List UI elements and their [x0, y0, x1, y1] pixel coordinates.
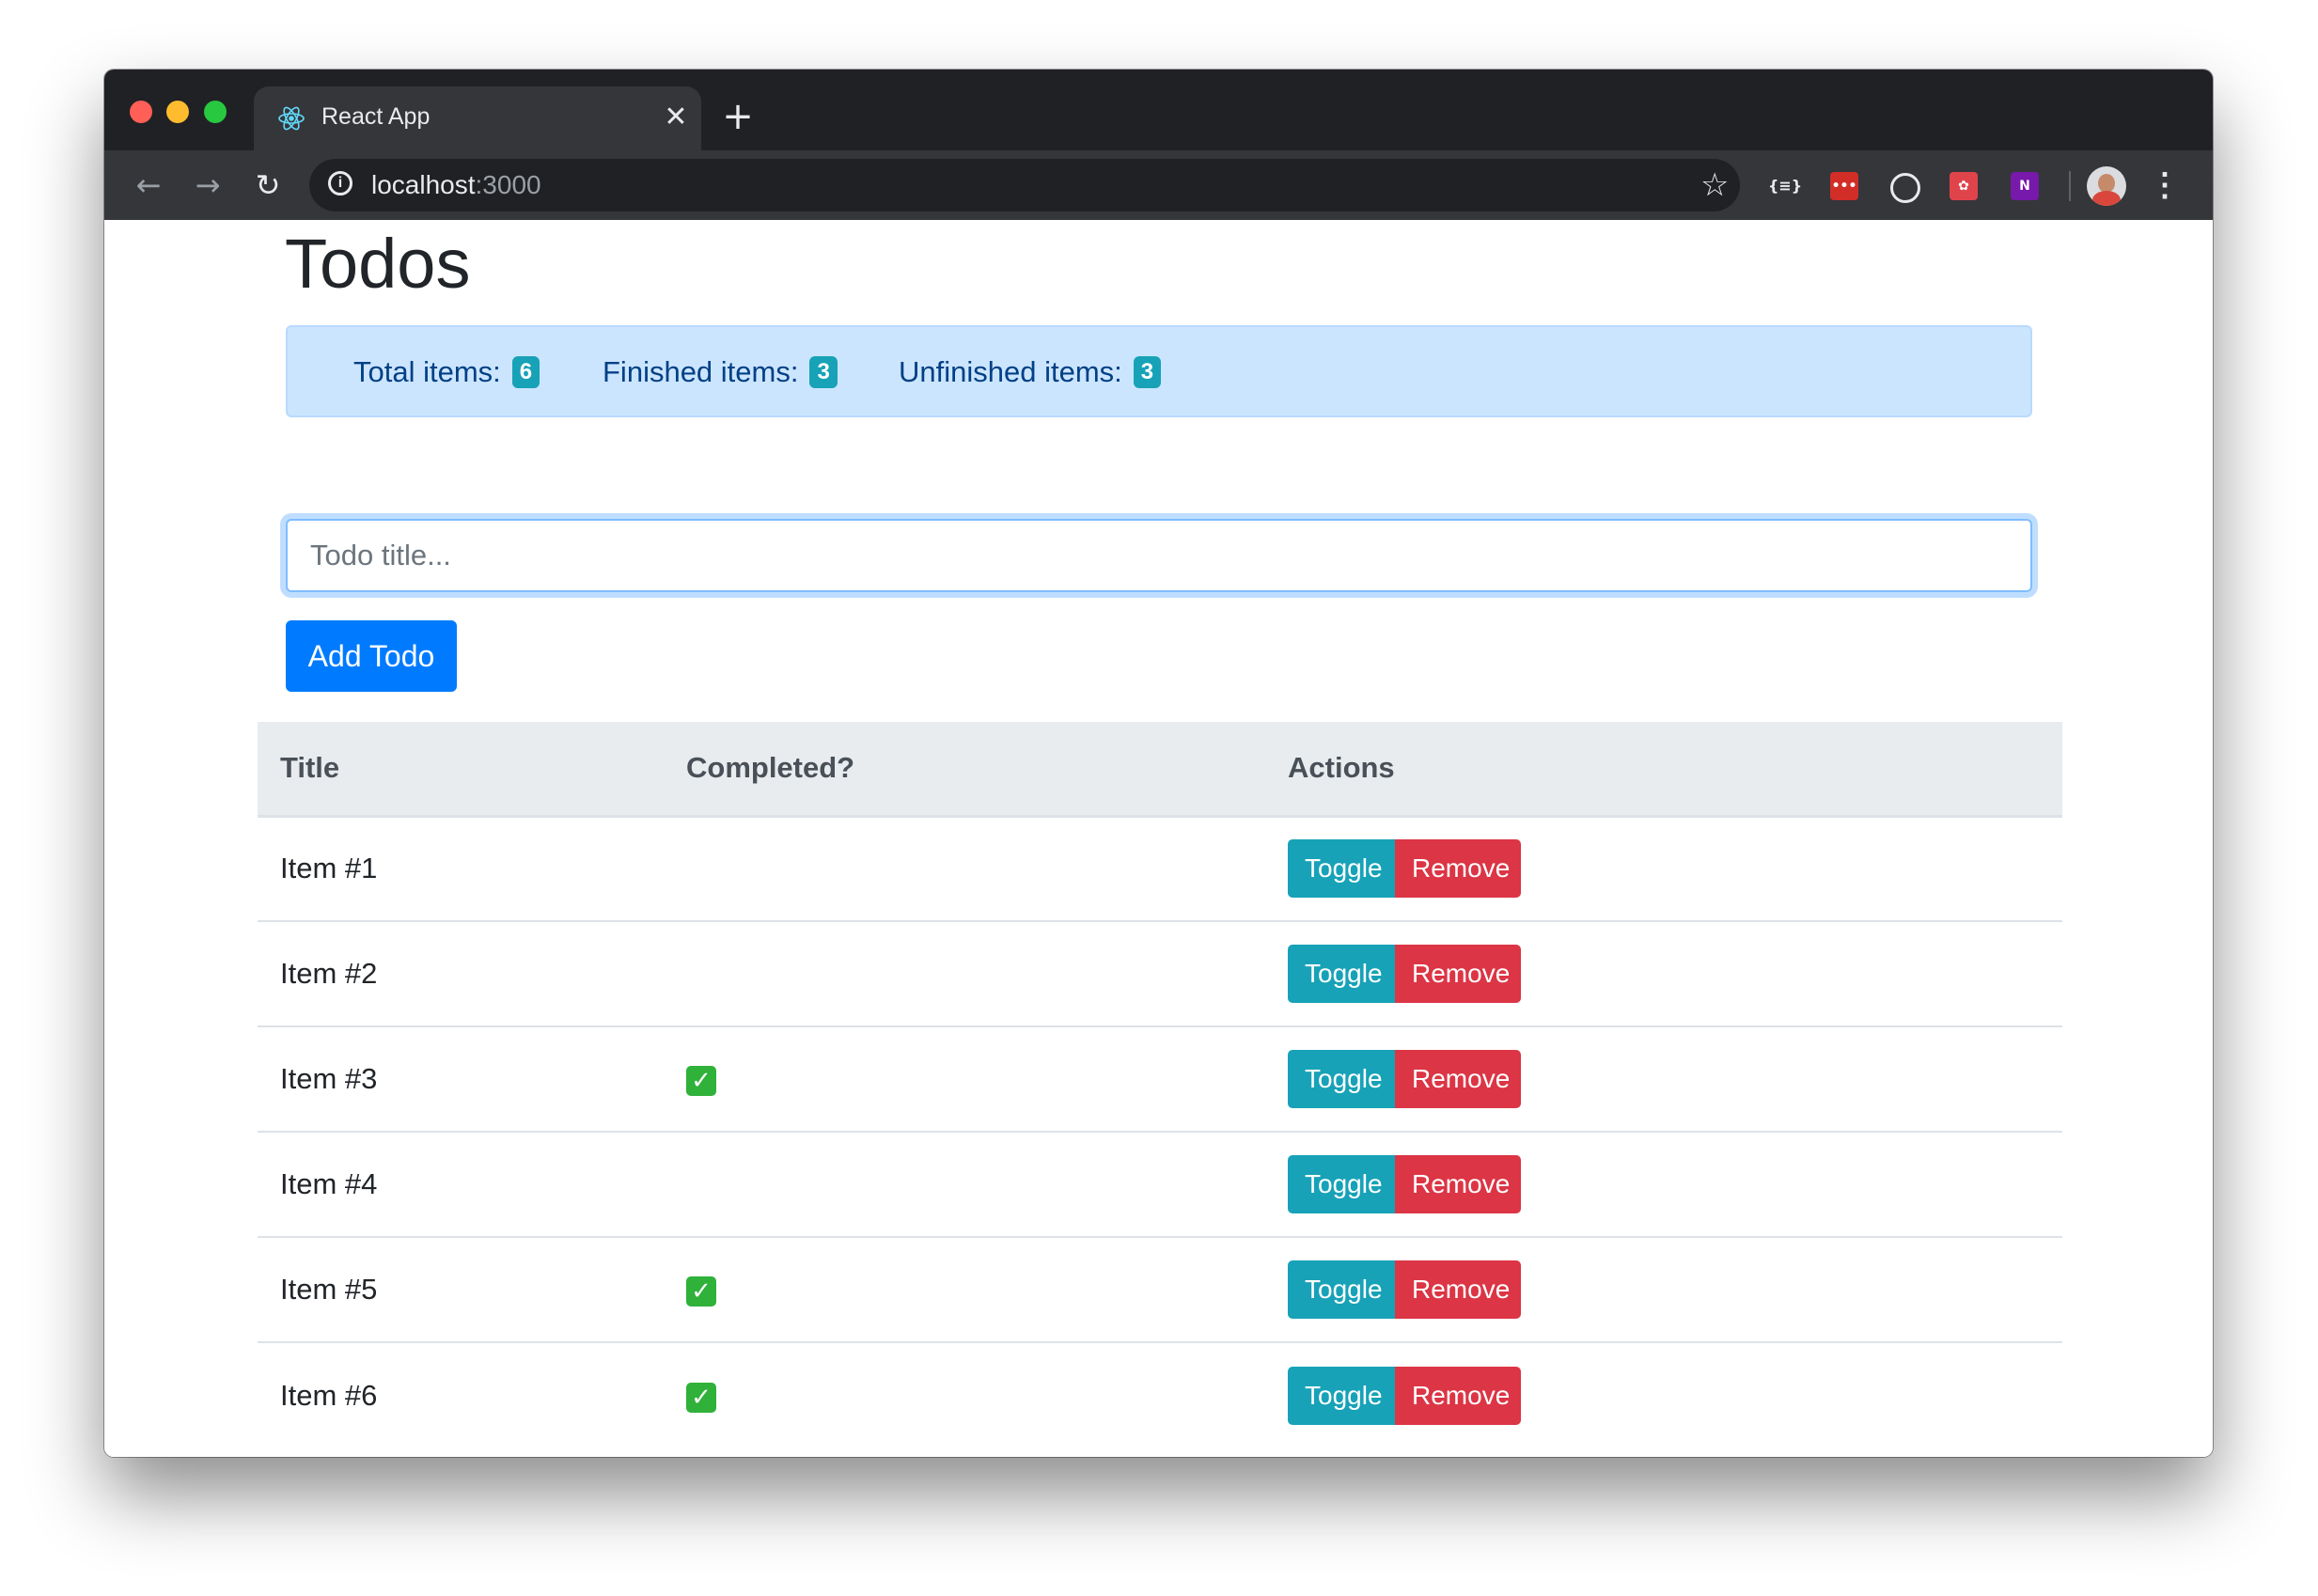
- maximize-window-button[interactable]: [204, 101, 227, 123]
- remove-button[interactable]: Remove: [1395, 1366, 1521, 1425]
- table-header-row: Title Completed? Actions: [258, 722, 2062, 818]
- tab-close-icon[interactable]: ✕: [660, 102, 692, 133]
- stat-unfinished: Unfinished items: 3: [899, 355, 1162, 390]
- toggle-button[interactable]: Toggle: [1288, 945, 1399, 1003]
- bookmark-star-icon[interactable]: ☆: [1700, 166, 1729, 204]
- back-arrow-icon[interactable]: ←: [129, 165, 168, 205]
- reload-icon[interactable]: ↻: [248, 165, 288, 205]
- row-title: Item #3: [280, 1062, 378, 1095]
- stat-total: Total items: 6: [353, 355, 540, 390]
- checkmark-icon: ✓: [686, 1276, 716, 1307]
- stat-unfinished-label: Unfinished items:: [899, 355, 1122, 388]
- onenote-extension-icon[interactable]: N: [2011, 172, 2039, 200]
- table-body: Item #1 ✓ ToggleRemove Item #2 ✓ ToggleR…: [258, 816, 2062, 1447]
- toggle-button[interactable]: Toggle: [1288, 1155, 1399, 1213]
- minimize-window-button[interactable]: [166, 101, 189, 123]
- toggle-button[interactable]: Toggle: [1288, 1050, 1399, 1108]
- page-content: Todos Total items: 6 Finished items: 3 Unf…: [104, 220, 2213, 1457]
- stat-finished: Finished items: 3: [603, 355, 838, 390]
- url-host: localhost: [371, 170, 476, 199]
- react-icon: [278, 106, 305, 131]
- table-row: Item #3 ✓ Toggle Remove: [258, 1026, 2062, 1132]
- toggle-button[interactable]: Toggle: [1288, 1366, 1399, 1425]
- row-actions: Toggle Remove: [1265, 1026, 2062, 1132]
- close-window-button[interactable]: [130, 101, 152, 123]
- table-row: Item #4 ✓ ToggleRemove: [258, 1132, 2062, 1237]
- checkmark-icon: ✓: [686, 1066, 716, 1096]
- todo-title-input[interactable]: [286, 519, 2032, 592]
- stats-panel: Total items: 6 Finished items: 3 Unfinishe…: [286, 325, 2032, 417]
- browser-titlebar: React App ✕ +: [104, 70, 2213, 150]
- url-text[interactable]: localhost:3000: [371, 170, 541, 200]
- row-actions: Toggle Remove: [1265, 816, 2062, 921]
- row-actions: Toggle Remove: [1265, 1342, 2062, 1447]
- remove-button[interactable]: Remove: [1395, 1155, 1521, 1213]
- page-title: Todos: [285, 225, 471, 303]
- forward-arrow-icon[interactable]: →: [188, 165, 227, 205]
- remove-button[interactable]: Remove: [1395, 1050, 1521, 1108]
- info-icon[interactable]: i: [328, 171, 352, 196]
- row-completed: ✓: [664, 921, 1265, 1026]
- toggle-button[interactable]: Toggle: [1288, 1260, 1399, 1319]
- checkmark-icon: ✓: [686, 1382, 716, 1413]
- remove-button[interactable]: Remove: [1395, 945, 1521, 1003]
- row-completed: ✓: [664, 1132, 1265, 1237]
- browser-window: React App ✕ + ← → ↻ i localhost:3000 ☆ {…: [104, 70, 2213, 1457]
- finished-count-badge: 3: [809, 355, 838, 388]
- row-title: Item #5: [280, 1273, 378, 1306]
- new-tab-icon[interactable]: +: [720, 98, 756, 135]
- table-row: Item #1 ✓ ToggleRemove: [258, 816, 2062, 921]
- row-completed: ✓: [664, 816, 1265, 921]
- row-actions: Toggle Remove: [1265, 921, 2062, 1026]
- more-menu-icon[interactable]: ⋮: [2149, 165, 2181, 205]
- table-row: Item #6 ✓ Toggle Remove: [258, 1342, 2062, 1447]
- row-actions: Toggle Remove: [1265, 1132, 2062, 1237]
- url-port: :3000: [475, 170, 541, 199]
- table-row: Item #2 ✓ ToggleRemove: [258, 921, 2062, 1026]
- tab-title: React App: [321, 103, 431, 130]
- row-actions: Toggle Remove: [1265, 1237, 2062, 1342]
- row-title: Item #6: [280, 1378, 378, 1412]
- pocket-extension-icon[interactable]: ✿: [1950, 172, 1978, 200]
- row-completed: ✓: [664, 1237, 1265, 1342]
- row-title: Item #4: [280, 1167, 378, 1200]
- avatar-face: [2098, 174, 2115, 193]
- add-todo-button[interactable]: Add Todo: [286, 620, 457, 692]
- total-count-badge: 6: [511, 355, 540, 388]
- browser-tab[interactable]: React App ✕: [254, 86, 701, 150]
- address-bar[interactable]: i localhost:3000 ☆: [309, 159, 1740, 211]
- toggle-button[interactable]: Toggle: [1288, 839, 1399, 899]
- header-completed: Completed?: [664, 722, 1265, 818]
- todos-table: Title Completed? Actions Item #1 ✓ Toggl…: [258, 722, 2062, 1447]
- target-extension-icon[interactable]: [1890, 173, 1920, 203]
- remove-button[interactable]: Remove: [1395, 839, 1521, 899]
- row-completed: ✓: [664, 1342, 1265, 1447]
- json-viewer-extension-icon[interactable]: {≡}: [1768, 172, 1802, 200]
- profile-avatar[interactable]: [2087, 166, 2126, 206]
- lastpass-extension-icon[interactable]: •••: [1830, 172, 1858, 200]
- header-actions: Actions: [1265, 722, 2062, 818]
- header-title: Title: [258, 722, 664, 818]
- toolbar-divider: [2069, 171, 2071, 201]
- row-title: Item #2: [280, 957, 378, 990]
- table-row: Item #5 ✓ Toggle Remove: [258, 1237, 2062, 1342]
- row-completed: ✓: [664, 1026, 1265, 1132]
- row-title: Item #1: [280, 852, 378, 885]
- remove-button[interactable]: Remove: [1395, 1260, 1521, 1319]
- browser-toolbar: ← → ↻ i localhost:3000 ☆ {≡} ••• ✿ N ⋮: [104, 150, 2213, 220]
- stat-finished-label: Finished items:: [603, 355, 799, 388]
- stat-total-label: Total items:: [353, 355, 501, 388]
- unfinished-count-badge: 3: [1133, 355, 1162, 388]
- avatar-body: [2092, 191, 2121, 206]
